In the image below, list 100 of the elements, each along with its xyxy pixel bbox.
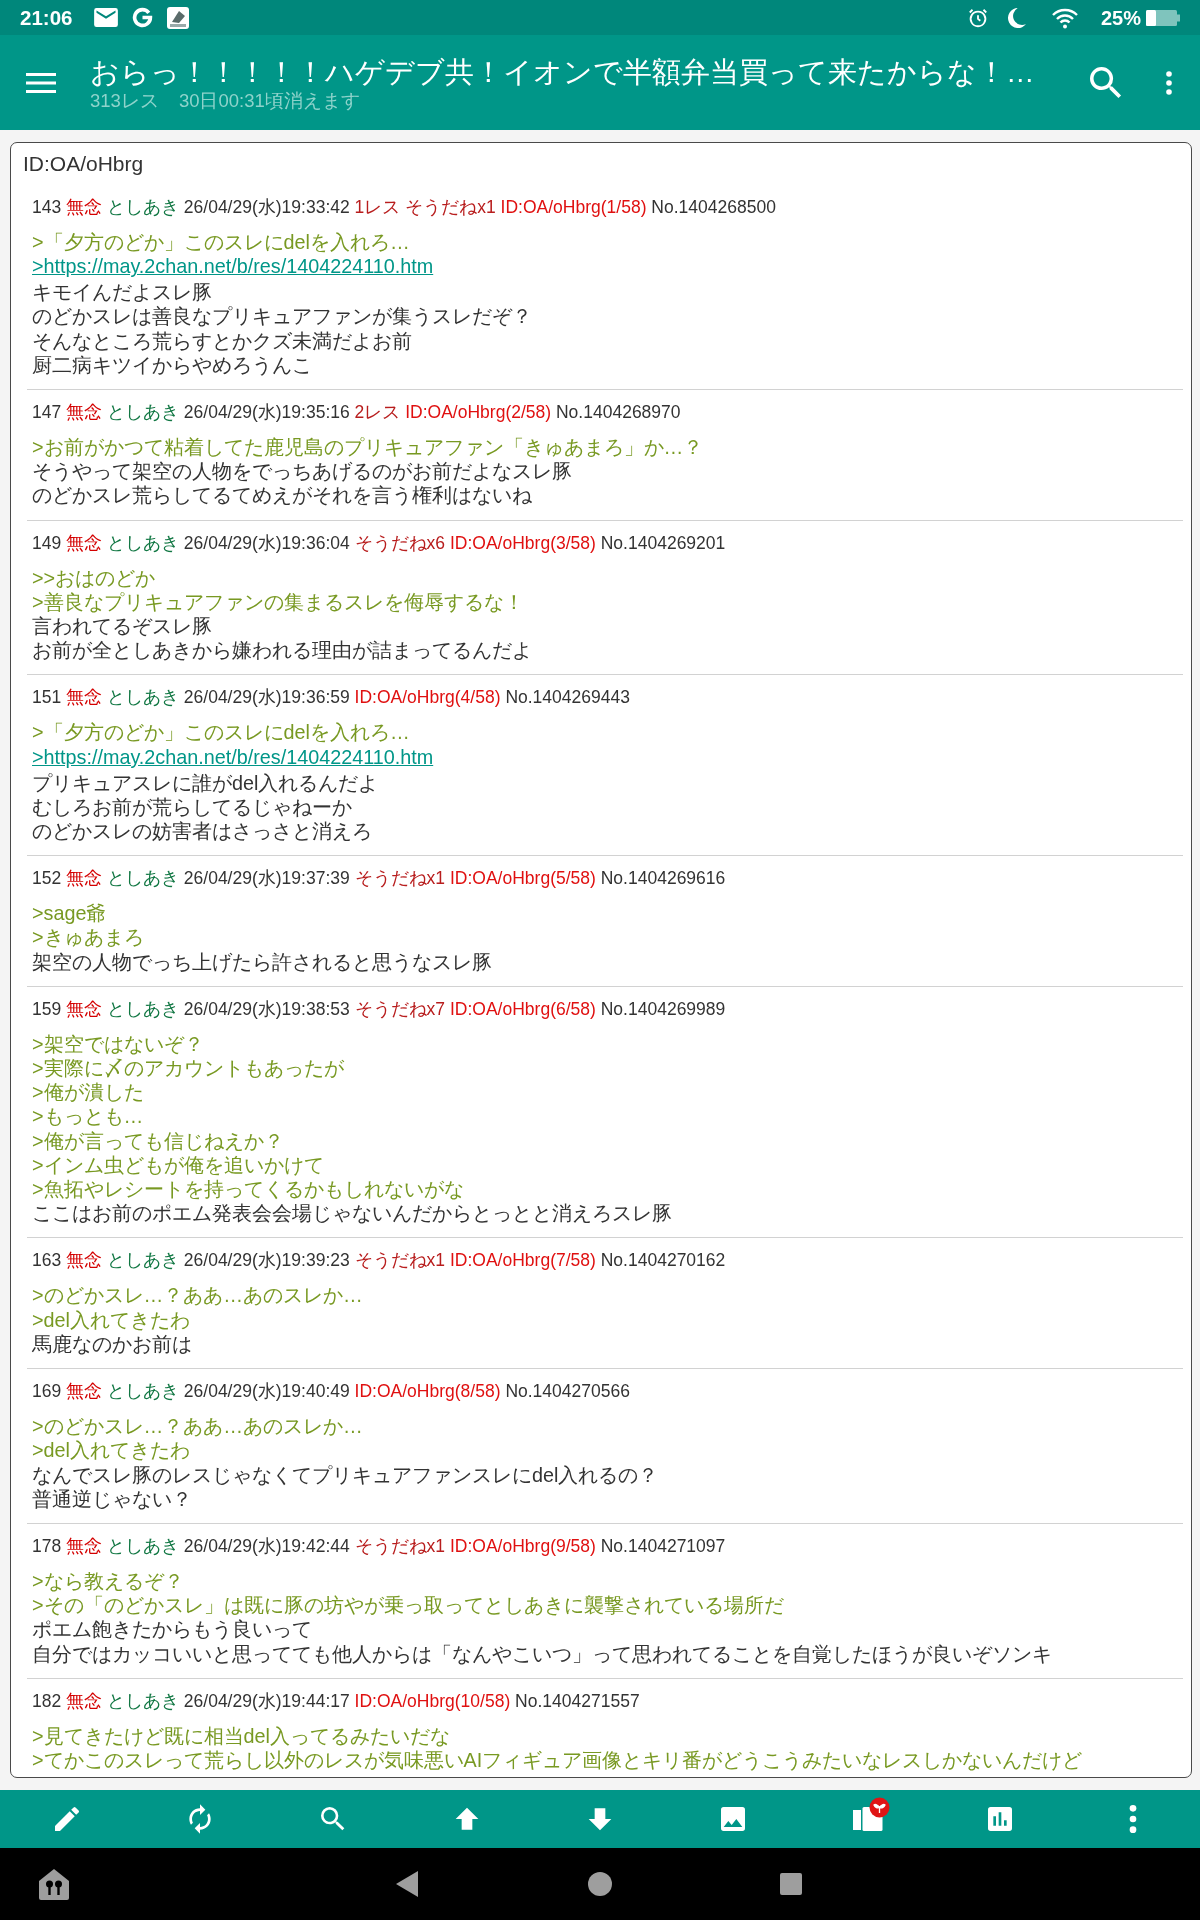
post-number: 151 (32, 687, 62, 708)
quote-line: >魚拓やレシートを持ってくるかもしれないがな (32, 1177, 465, 1202)
post-number: 182 (32, 1690, 62, 1711)
poster-name: としあき (106, 687, 179, 708)
reply-count: 313レス (90, 89, 159, 112)
moon-icon (1006, 6, 1027, 29)
post-datetime: 26/04/29(水)19:37:39 (183, 868, 350, 889)
sodane-count: そうだねx7 (354, 998, 446, 1019)
poster-id: ID:OA/oHbrg(4/58) (354, 687, 501, 708)
post-datetime: 26/04/29(水)19:44:17 (183, 1690, 350, 1711)
post-serial-number: No.1404270162 (600, 1250, 726, 1271)
poster-name: としあき (106, 1250, 179, 1271)
body-line: 普通逆じゃない？ (32, 1486, 193, 1511)
post-number: 163 (32, 1250, 62, 1271)
post-datetime: 26/04/29(水)19:40:49 (183, 1381, 350, 1402)
quote-line: >もっとも… (32, 1104, 145, 1129)
sodane-count: そうだねx1 (354, 1535, 446, 1556)
quote-line: >のどかスレ…？ああ…あのスレか… (32, 1414, 364, 1439)
post-subject: 無念 (66, 868, 103, 889)
search-icon[interactable] (1090, 66, 1122, 99)
mail-icon (94, 8, 119, 27)
status-time: 21:06 (20, 6, 73, 29)
post-serial-number: No.1404268970 (556, 402, 681, 422)
post-number: 143 (32, 197, 62, 217)
body-line: キモイんだよスレ豚 (32, 280, 213, 305)
post-number: 149 (32, 532, 62, 553)
sodane-count: そうだねx1 (354, 1250, 446, 1271)
poster-name: としあき (106, 402, 179, 422)
quote-line: >実際に〆のアカウントもあったが (32, 1056, 345, 1081)
quote-line: >sage爺 (32, 901, 108, 926)
sodane-count: そうだねx1 (354, 868, 446, 889)
quote-line: >その「のどかスレ」は既に豚の坊やが乗っ取ってとしあきに襲撃されている場所だ (32, 1593, 785, 1618)
quote-line: >てかこのスレって荒らし以外のレスが気味悪いAIフィギュア画像とキリ番がどうこうみたいなレスしかないんだけど (32, 1747, 1084, 1773)
sodane-count: そうだねx6 (354, 532, 446, 553)
poster-name: としあき (106, 1381, 179, 1402)
quote-line: >>おはのどか (32, 565, 157, 590)
alarm-clock-icon (966, 6, 989, 29)
more-options-icon[interactable] (1166, 70, 1172, 95)
body-line: ポエム飽きたからもう良いって (32, 1617, 313, 1642)
body-line: のどかスレ荒らしてるてめえがそれを言う権利はないね (32, 483, 533, 508)
post-subject: 無念 (66, 1381, 103, 1402)
body-line: そんなところ荒らすとかクズ未満だよお前 (32, 328, 413, 353)
body-line: なんでスレ豚のレスじゃなくてプリキュアファンスレにdel入れるの？ (32, 1462, 660, 1487)
back-icon[interactable] (396, 1871, 418, 1897)
quote-line: >del入れてきたわ (32, 1438, 191, 1463)
body-line: 厨二病キツイからやめろうんこ (32, 352, 313, 377)
quote-line: >架空ではないぞ？ (32, 1031, 205, 1057)
post-number: 152 (32, 868, 62, 889)
post-datetime: 26/04/29(水)19:33:42 (183, 197, 350, 217)
home-icon[interactable] (588, 1872, 612, 1896)
body-line: そうやって架空の人物をでっちあげるのがお前だよなスレ豚 (32, 459, 573, 484)
body-line: むしろお前が荒らしてるじゃねーか (32, 794, 353, 820)
body-line: 自分ではカッコいいと思ってても他人からは「なんやこいつ」って思われてることを自覚したほうが良いぞソンキ (32, 1641, 1053, 1666)
body-line: のどかスレは善良なプリキュアファンが集うスレだぞ？ (32, 304, 533, 329)
post-serial-number: No.1404271097 (600, 1535, 726, 1556)
letter-g-icon (132, 7, 154, 28)
post-number: 169 (32, 1381, 62, 1402)
post-datetime: 26/04/29(水)19:36:59 (183, 687, 350, 708)
quote-line: >善良なプリキュアファンの集まるスレを侮辱するな！ (32, 589, 525, 615)
poster-id: ID:OA/oHbrg(8/58) (354, 1381, 501, 1402)
body-line: 架空の人物でっち上げたら許されると思うなスレ豚 (32, 949, 493, 974)
post-serial-number: No.1404269616 (600, 868, 726, 889)
post-subject: 無念 (66, 1535, 103, 1556)
post-subject: 無念 (66, 402, 103, 422)
post-number: 147 (32, 402, 62, 422)
quote-line: >俺が潰した (32, 1080, 145, 1105)
post-number: 178 (32, 1535, 62, 1556)
popup-title: ID:OA/oHbrg (22, 151, 145, 177)
post-serial-number: No.1404268500 (651, 197, 776, 217)
quoted-link[interactable]: >https://may.2chan.net/b/res/1404224110.htm (32, 744, 434, 769)
body-line: 言われてるぞスレ豚 (32, 614, 213, 639)
post-number: 159 (32, 998, 62, 1019)
poster-name: としあき (106, 1690, 179, 1711)
quote-line: >del入れてきたわ (32, 1307, 191, 1332)
quote-line: >「夕方のどか」このスレにdelを入れろ… (32, 720, 411, 745)
house-icon[interactable] (37, 1867, 71, 1901)
poster-name: としあき (106, 1535, 179, 1556)
quoted-link[interactable]: >https://may.2chan.net/b/res/1404224110.htm (32, 254, 434, 279)
poster-id: ID:OA/oHbrg(1/58) (500, 197, 647, 217)
post-serial-number: No.1404269201 (600, 532, 726, 553)
post-serial-number: No.1404269989 (600, 998, 726, 1019)
body-line: お前が全としあきから嫌われる理由が詰まってるんだよ (32, 638, 533, 663)
reply-count: 1レス (354, 197, 401, 217)
poster-id: ID:OA/oHbrg(2/58) (405, 402, 552, 422)
quote-line: >お前がかつて粘着してた鹿児島のプリキュアファン「きゅあまろ」か…？ (32, 435, 705, 460)
post-serial-number: No.1404269443 (505, 687, 630, 708)
post-datetime: 26/04/29(水)19:36:04 (183, 532, 350, 553)
quote-line: >なら教えるぞ？ (32, 1568, 185, 1594)
post-subject: 無念 (66, 687, 103, 708)
app-notification-icon (167, 6, 190, 29)
poster-id: ID:OA/oHbrg(5/58) (449, 868, 596, 889)
post-serial-number: No.1404271557 (515, 1690, 640, 1711)
expiry-time: 30日00:31頃消えます (178, 89, 360, 112)
poster-id: ID:OA/oHbrg(3/58) (449, 532, 596, 553)
quote-line: >きゅあまろ (32, 925, 145, 950)
battery-percent: 25% (1100, 6, 1141, 29)
post-subject: 無念 (66, 1250, 103, 1271)
post-subject: 無念 (66, 1690, 103, 1711)
post-subject: 無念 (66, 998, 103, 1019)
menu-icon[interactable] (26, 71, 56, 94)
